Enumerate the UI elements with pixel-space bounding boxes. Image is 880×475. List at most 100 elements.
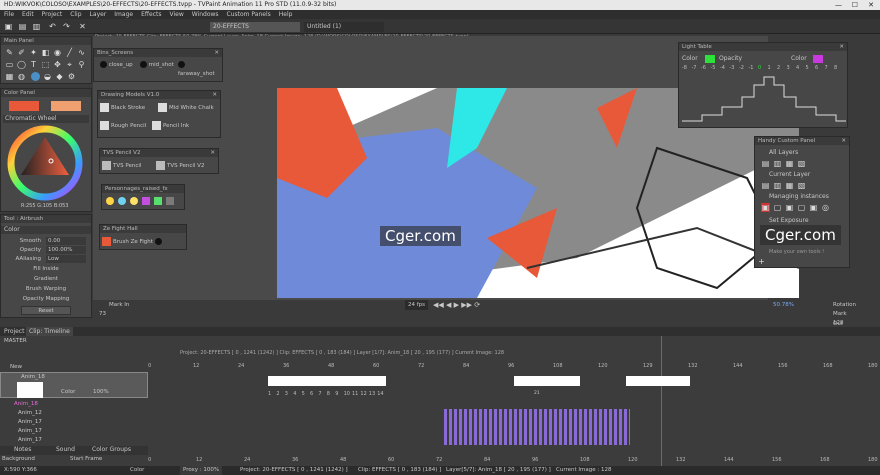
layer-tool-icon[interactable]: ▥ xyxy=(773,159,782,168)
background-label[interactable]: Background xyxy=(2,456,35,462)
layer-row-anim-18[interactable]: Anim_18 Color 100% xyxy=(0,372,148,398)
tab-clip[interactable]: 20-EFFECTS xyxy=(210,22,300,32)
start-frame-label[interactable]: Start Frame xyxy=(70,456,102,462)
drop-icon[interactable]: ◆ xyxy=(55,72,64,81)
light-table-graph[interactable] xyxy=(682,75,846,125)
layer-tool-icon[interactable]: ▦ xyxy=(785,159,794,168)
layer-tool-icon[interactable]: ▧ xyxy=(797,181,806,190)
opacity-mapping-toggle[interactable]: Opacity Mapping xyxy=(1,295,91,304)
light-table-number[interactable]: 2 xyxy=(777,65,780,71)
bin-item-mid-white-chalk[interactable]: Mid White Chalk xyxy=(158,103,214,113)
bin-item-brush-ze-fight[interactable]: Brush Ze Fight xyxy=(102,237,162,247)
light-table-number[interactable]: -8 xyxy=(682,65,687,71)
delete-icon[interactable]: ✕ xyxy=(78,22,87,31)
tab-notes[interactable]: Notes xyxy=(14,446,31,453)
bin-item-faraway-shot[interactable]: faraway_shot xyxy=(178,61,222,79)
add-icon[interactable]: + xyxy=(757,257,766,266)
bin-item-pencil-ink[interactable]: Pencil Ink xyxy=(152,121,189,131)
timeline-ruler[interactable]: 0 12 24 36 48 60 72 84 96 108 120 129 132 144 156 168 18… xyxy=(148,362,880,370)
tab-color-groups[interactable]: Color Groups xyxy=(92,446,131,453)
pencil-icon[interactable]: ✐ xyxy=(17,48,26,57)
layer-row-anim-17c[interactable]: Anim_17 xyxy=(0,436,148,445)
grid-icon[interactable]: ▦ xyxy=(5,72,14,81)
frame-block[interactable] xyxy=(514,376,580,386)
layer-tool-icon[interactable]: ▥ xyxy=(773,181,782,190)
light-table-number[interactable]: 1 xyxy=(768,65,771,71)
maximize-icon[interactable]: ☐ xyxy=(852,0,858,10)
instance-tool-icon[interactable]: ▢ xyxy=(773,203,782,212)
aalias-select[interactable]: Low xyxy=(46,255,86,263)
gear-icon[interactable]: ⚙ xyxy=(67,72,76,81)
ellipse-icon[interactable]: ◯ xyxy=(17,60,26,69)
layer-opacity[interactable]: 100% xyxy=(93,388,109,397)
menu-image[interactable]: Image xyxy=(110,10,137,19)
layer-tool-icon[interactable]: ▧ xyxy=(797,159,806,168)
swatch-cyan[interactable] xyxy=(118,197,126,205)
swatch-gray[interactable] xyxy=(166,197,174,205)
menu-file[interactable]: File xyxy=(0,10,18,19)
palette-icon[interactable]: ◒ xyxy=(43,72,52,81)
timeline-bottom-ruler[interactable]: 0 12 24 36 48 60 72 84 96 108 120 132 144 156 168 180 xyxy=(148,456,880,464)
redo-icon[interactable]: ↷ xyxy=(62,22,71,31)
instance-tool-icon[interactable]: ▢ xyxy=(797,203,806,212)
swatch-yellow[interactable] xyxy=(106,197,114,205)
after-color-swatch[interactable] xyxy=(813,55,823,63)
bin-item-mid-shot[interactable]: mid_shot xyxy=(140,61,174,70)
fps-select[interactable]: 24 fps xyxy=(405,300,429,310)
line-icon[interactable]: ╱ xyxy=(65,48,74,57)
reset-button[interactable]: Reset xyxy=(21,306,71,315)
folder-icon[interactable]: ▤ xyxy=(18,22,27,31)
bin-item-tvs-pencil-v2[interactable]: TVS Pencil V2 xyxy=(156,161,204,171)
layer-mode[interactable]: Color xyxy=(61,388,75,397)
light-table-number[interactable]: -4 xyxy=(720,65,725,71)
bin-item-black-stroke[interactable]: Black Stroke xyxy=(100,103,145,113)
menu-edit[interactable]: Edit xyxy=(18,10,38,19)
swatch-light-yellow[interactable] xyxy=(130,197,138,205)
chromatic-wheel[interactable] xyxy=(7,125,83,201)
instance-tool-icon[interactable]: ◎ xyxy=(821,203,830,212)
tool-section[interactable]: Color xyxy=(1,226,91,234)
menu-custom-panels[interactable]: Custom Panels xyxy=(223,10,275,19)
menu-effects[interactable]: Effects xyxy=(137,10,165,19)
select-icon[interactable]: ⬚ xyxy=(41,60,50,69)
light-table-number[interactable]: 0 xyxy=(758,65,761,71)
tab-project[interactable]: Project xyxy=(4,327,25,336)
gradient-toggle[interactable]: Gradient xyxy=(1,275,91,284)
layer-row-anim-17b[interactable]: Anim_17 xyxy=(0,427,148,436)
smooth-input[interactable]: 0.00 xyxy=(46,237,86,245)
mark-in-frame[interactable]: 73 xyxy=(99,309,106,319)
swatch-green[interactable] xyxy=(154,197,162,205)
menu-clip[interactable]: Clip xyxy=(66,10,85,19)
new-layer-row[interactable]: New xyxy=(0,363,148,372)
menu-windows[interactable]: Windows xyxy=(188,10,223,19)
brush-icon[interactable]: ✎ xyxy=(5,48,14,57)
close-icon[interactable]: ✕ xyxy=(839,43,844,51)
airbrush-icon[interactable]: ✦ xyxy=(29,48,38,57)
layer-row-anim-17a[interactable]: Anim_17 xyxy=(0,418,148,427)
frame-block[interactable] xyxy=(626,376,690,386)
primary-color-swatch[interactable] xyxy=(9,101,39,111)
layer-tool-icon[interactable]: ▦ xyxy=(785,181,794,190)
play-controls[interactable]: ◀◀ ◀ ▶ ▶▶ ⟳ xyxy=(433,300,480,310)
tab-untitled[interactable]: Untitled (1) xyxy=(304,22,384,32)
menu-help[interactable]: Help xyxy=(275,10,297,19)
layer-tool-icon[interactable]: ▤ xyxy=(761,181,770,190)
move-icon[interactable]: ✥ xyxy=(53,60,62,69)
status-proxy[interactable]: Proxy : 100% xyxy=(180,466,223,475)
color-picker-icon[interactable]: ◍ xyxy=(17,72,26,81)
close-icon[interactable]: ✕ xyxy=(868,0,874,10)
frame-block-purple[interactable] xyxy=(444,409,630,445)
light-table-number[interactable]: -7 xyxy=(692,65,697,71)
bin-item-close-up[interactable]: close_up xyxy=(100,61,133,70)
frame-block[interactable] xyxy=(268,376,386,386)
disk-icon[interactable]: ▥ xyxy=(32,22,41,31)
undo-icon[interactable]: ↶ xyxy=(48,22,57,31)
layer-row-anim-18b[interactable]: Anim_18 xyxy=(0,400,148,409)
zoom-value[interactable]: 50.78% xyxy=(773,300,794,310)
wheel-selector[interactable]: Chromatic Wheel xyxy=(3,115,89,123)
close-icon[interactable]: ✕ xyxy=(841,137,846,145)
bin-item-tvs-pencil[interactable]: TVS Pencil xyxy=(102,161,141,171)
opacity-input[interactable]: 100.00% xyxy=(46,246,86,254)
fill-icon[interactable]: ◉ xyxy=(53,48,62,57)
instance-tool-icon[interactable]: ▣ xyxy=(785,203,794,212)
